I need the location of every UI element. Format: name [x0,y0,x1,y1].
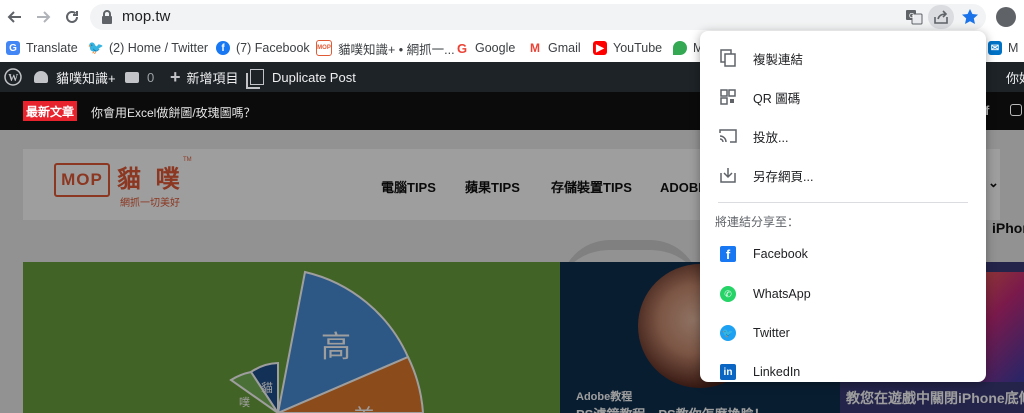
plus-icon: + [170,66,181,87]
bookmark-twitter[interactable]: 🐦 (2) Home / Twitter [87,38,209,58]
facebook-icon: f [216,41,230,55]
bookmark-label: Gmail [548,41,581,55]
twitter-icon: 🐦 [718,323,738,343]
dashboard-icon [34,71,48,83]
copy-icon [718,48,738,68]
bookmark-translate[interactable]: G Translate [6,38,78,58]
wp-duplicate-post[interactable]: Duplicate Post [250,62,356,92]
copy-link-item[interactable]: 複製連結 [700,40,986,76]
forward-icon[interactable] [32,6,54,28]
bookmark-label: Google [475,41,516,55]
bookmark-mop[interactable]: MOP 貓噗知識+ • 網抓一... [316,38,455,58]
star-icon[interactable] [961,8,979,31]
wp-user-greeting[interactable]: 你好 [1006,62,1024,92]
wp-user-label: 你好 [1006,70,1024,86]
profile-icon[interactable] [996,7,1016,27]
translate-icon[interactable]: G [905,8,923,31]
save-page-icon [718,165,738,185]
bookmark-youtube[interactable]: ▶ YouTube [593,38,662,58]
share-whatsapp-label: WhatsApp [753,287,811,301]
wp-new-item[interactable]: + 新增項目 [170,62,239,92]
lock-icon[interactable] [101,10,113,29]
qr-code-icon [718,87,738,107]
share-twitter-label: Twitter [753,326,790,340]
wp-comments[interactable]: 0 [125,62,154,92]
share-linkedin-item[interactable]: in LinkedIn [700,354,986,390]
bookmark-gmail[interactable]: M Gmail [528,38,581,58]
bookmark-maps[interactable]: M [673,38,703,58]
menu-divider [718,202,968,203]
ticker-badge: 最新文章 [23,101,77,121]
wp-new-label: 新增項目 [186,70,239,86]
maps-icon [673,41,687,55]
share-heading: 將連結分享至： [715,215,800,229]
twitter-icon: 🐦 [87,40,105,55]
bookmark-label: M [1008,41,1019,55]
bookmark-label: Translate [26,41,78,55]
omnibox[interactable] [90,4,986,30]
bookmark-label: 貓噗知識+ • 網抓一... [338,42,455,57]
bookmark-label: (7) Facebook [236,41,310,55]
save-page-label: 另存網頁... [753,169,814,184]
bookmark-label: YouTube [613,41,663,55]
share-whatsapp-item[interactable]: ✆ WhatsApp [700,276,986,312]
share-menu: 複製連結 QR 圖碼 投放... 另存網頁... 將連結分享至： f Faceb… [700,31,986,382]
wp-site-name: 貓噗知識+ [56,70,116,86]
bookmark-label: (2) Home / Twitter [109,41,209,55]
wp-site-menu[interactable]: 貓噗知識+ [34,62,116,92]
comment-icon [125,71,139,83]
browser-toolbar: mop.tw G [0,0,1024,34]
linkedin-icon: in [718,362,738,382]
cast-icon [718,126,738,146]
svg-text:G: G [909,13,914,20]
facebook-icon: f [718,244,738,264]
cast-item[interactable]: 投放... [700,118,986,154]
save-page-item[interactable]: 另存網頁... [700,157,986,193]
share-facebook-label: Facebook [753,247,808,261]
duplicate-icon [250,69,264,85]
youtube-icon: ▶ [593,41,607,55]
copy-link-label: 複製連結 [753,52,804,67]
share-twitter-item[interactable]: 🐦 Twitter [700,315,986,351]
share-icon[interactable] [928,5,954,29]
qr-code-label: QR 圖碼 [753,91,801,106]
mail-icon: ✉ [988,41,1002,55]
url-text[interactable]: mop.tw [122,8,170,25]
wp-duplicate-label: Duplicate Post [272,69,356,85]
back-icon[interactable] [4,6,26,28]
whatsapp-icon: ✆ [718,284,738,304]
bookmark-facebook[interactable]: f (7) Facebook [216,38,310,58]
bookmark-mail[interactable]: ✉ M [988,38,1018,58]
share-linkedin-label: LinkedIn [753,365,801,379]
qr-code-item[interactable]: QR 圖碼 [700,79,986,115]
google-icon: G [455,40,469,56]
svg-text:W: W [8,73,18,84]
wordpress-icon[interactable]: W [4,62,22,92]
gmail-icon: M [528,41,542,55]
reload-icon[interactable] [61,6,83,28]
google-translate-icon: G [6,41,20,55]
bookmark-google[interactable]: G Google [455,38,515,58]
cast-label: 投放... [753,130,789,145]
share-facebook-item[interactable]: f Facebook [700,236,986,272]
instagram-icon[interactable] [1010,104,1022,116]
mop-icon: MOP [316,40,332,56]
ticker-text[interactable]: 你會用Excel做餅圖/玫瑰圖嗎？ [91,104,256,121]
comment-count: 0 [147,69,155,85]
